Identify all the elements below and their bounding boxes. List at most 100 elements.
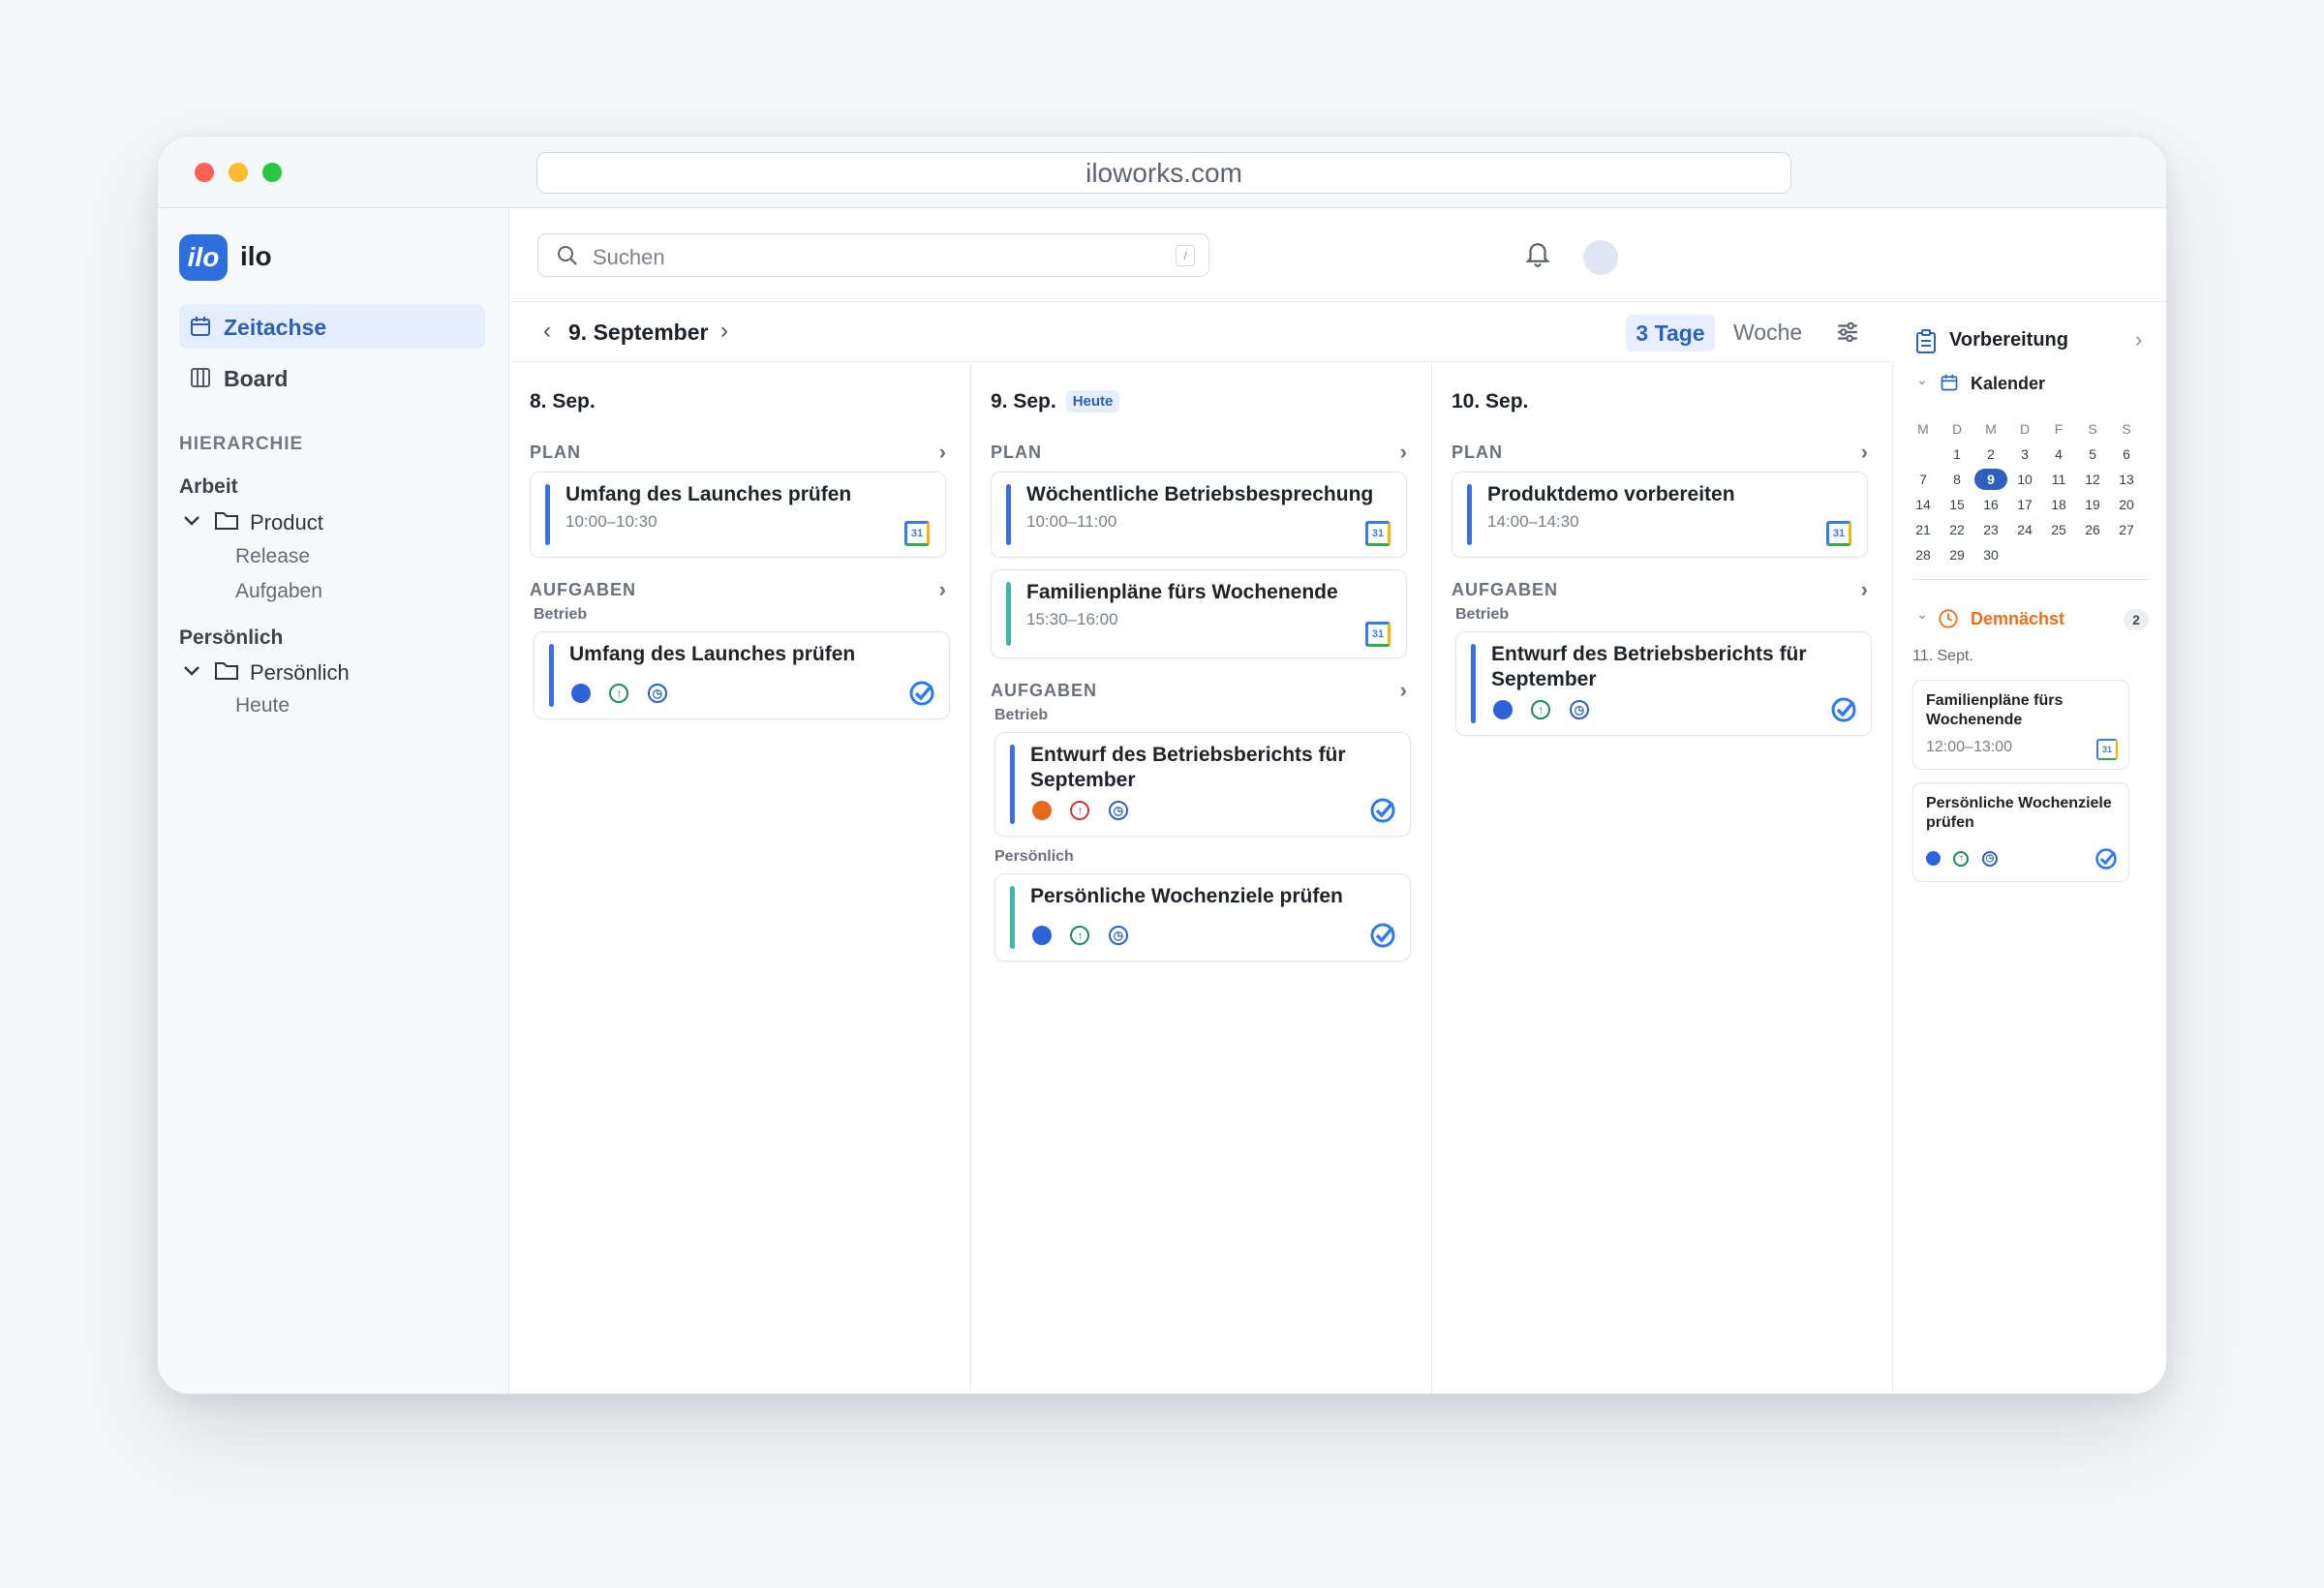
- chevron-down-icon[interactable]: [183, 664, 200, 678]
- complete-check-icon[interactable]: [1830, 696, 1857, 723]
- plan-card[interactable]: Umfang des Launches prüfen 10:00–10:30 3…: [530, 472, 946, 558]
- chevron-right-icon[interactable]: ›: [939, 440, 946, 465]
- calendar-day[interactable]: 27: [2110, 517, 2143, 542]
- task-meta-icons: ↑ ◷: [1032, 801, 1143, 822]
- chevron-down-icon[interactable]: [183, 514, 200, 528]
- card-time: 14:00–14:30: [1487, 512, 1579, 531]
- folder-icon: [215, 662, 238, 680]
- plan-section-header[interactable]: PLAN ›: [991, 440, 1407, 465]
- upcoming-card[interactable]: Persönliche Wochenziele prüfen ↑ ◷: [1912, 782, 2129, 882]
- complete-check-icon[interactable]: [1369, 922, 1396, 949]
- status-dot-icon[interactable]: [1493, 700, 1513, 719]
- tasks-section-header[interactable]: AUFGABEN ›: [530, 577, 946, 602]
- clock-icon[interactable]: ◷: [1981, 850, 1998, 867]
- calendar-day[interactable]: 26: [2076, 517, 2109, 542]
- status-dot-icon[interactable]: [571, 684, 591, 703]
- calendar-day[interactable]: 1: [1941, 442, 1973, 467]
- calendar-day[interactable]: 12: [2076, 467, 2109, 492]
- priority-up-icon[interactable]: ↑: [609, 684, 629, 703]
- nav-item-zeitachse[interactable]: Zeitachse: [179, 304, 485, 349]
- plan-section-header[interactable]: PLAN ›: [1452, 440, 1868, 465]
- clock-icon[interactable]: ◷: [1569, 700, 1589, 719]
- complete-check-icon[interactable]: [908, 680, 935, 707]
- tree-item-heute[interactable]: Heute: [235, 694, 290, 718]
- complete-check-icon[interactable]: [1369, 797, 1396, 824]
- calendar-day[interactable]: 21: [1907, 517, 1940, 542]
- calendar-day[interactable]: 23: [1974, 517, 2007, 542]
- chevron-right-icon[interactable]: ›: [1861, 577, 1868, 602]
- calendar-day[interactable]: 28: [1907, 542, 1940, 567]
- calendar-day[interactable]: 14: [1907, 492, 1940, 517]
- plan-card[interactable]: Familienpläne fürs Wochenende 15:30–16:0…: [991, 569, 1407, 658]
- status-dot-icon[interactable]: [1926, 851, 1941, 867]
- chevron-right-icon[interactable]: ›: [939, 577, 946, 602]
- calendar-day[interactable]: 25: [2042, 517, 2075, 542]
- minimize-window-button[interactable]: [229, 163, 248, 182]
- clock-icon[interactable]: ◷: [1108, 926, 1128, 945]
- chevron-right-icon[interactable]: ›: [1400, 440, 1407, 465]
- task-card[interactable]: Umfang des Launches prüfen ↑ ◷: [534, 631, 950, 719]
- url-bar[interactable]: iloworks.com: [536, 152, 1791, 194]
- calendar-day[interactable]: 19: [2076, 492, 2109, 517]
- plan-card[interactable]: Produktdemo vorbereiten 14:00–14:30 31: [1452, 472, 1868, 558]
- avatar[interactable]: [1583, 240, 1618, 275]
- chevron-right-icon[interactable]: ›: [1861, 440, 1868, 465]
- plan-card[interactable]: Wöchentliche Betriebsbesprechung 10:00–1…: [991, 472, 1407, 558]
- task-card[interactable]: Persönliche Wochenziele prüfen ↑ ◷: [994, 873, 1411, 962]
- search-input[interactable]: Suchen /: [537, 233, 1209, 277]
- clock-icon[interactable]: ◷: [1108, 801, 1128, 820]
- status-dot-icon[interactable]: [1032, 926, 1052, 945]
- calendar-day[interactable]: 6: [2110, 442, 2143, 467]
- chevron-right-icon[interactable]: ›: [1400, 678, 1407, 703]
- calendar-day[interactable]: 29: [1941, 542, 1973, 567]
- calendar-day[interactable]: 2: [1974, 442, 2007, 467]
- priority-up-icon[interactable]: ↑: [1070, 801, 1090, 820]
- view-week-button[interactable]: Woche: [1733, 320, 1802, 346]
- upcoming-card[interactable]: Familienpläne fürs Wochenende 12:00–13:0…: [1912, 680, 2129, 770]
- calendar-day[interactable]: 3: [2008, 442, 2041, 467]
- tasks-section-header[interactable]: AUFGABEN ›: [991, 678, 1407, 703]
- calendar-day[interactable]: 5: [2076, 442, 2109, 467]
- bell-icon[interactable]: [1523, 238, 1552, 267]
- nav-item-board[interactable]: Board: [179, 355, 485, 400]
- calendar-day[interactable]: 20: [2110, 492, 2143, 517]
- plan-section-header[interactable]: PLAN ›: [530, 440, 946, 465]
- tree-item-aufgaben[interactable]: Aufgaben: [235, 580, 322, 603]
- priority-up-icon[interactable]: ↑: [1531, 700, 1551, 719]
- tree-item-release[interactable]: Release: [235, 545, 310, 568]
- close-window-button[interactable]: [195, 163, 214, 182]
- calendar-day[interactable]: 16: [1974, 492, 2007, 517]
- clock-icon[interactable]: ◷: [647, 684, 667, 703]
- filter-settings-icon[interactable]: [1835, 320, 1860, 345]
- tree-folder-product[interactable]: Product: [250, 510, 323, 535]
- calendar-day[interactable]: 22: [1941, 517, 1973, 542]
- task-card[interactable]: Entwurf des Betriebsberichts für Septemb…: [1455, 631, 1872, 736]
- calendar-day[interactable]: 17: [2008, 492, 2041, 517]
- chevron-down-icon[interactable]: ⌄: [1916, 606, 1928, 623]
- chevron-left-icon[interactable]: ‹: [543, 318, 551, 345]
- calendar-day[interactable]: 7: [1907, 467, 1940, 492]
- chevron-down-icon[interactable]: ⌄: [1916, 372, 1928, 388]
- calendar-day[interactable]: 15: [1941, 492, 1973, 517]
- view-3days-button[interactable]: 3 Tage: [1626, 315, 1715, 351]
- status-dot-icon[interactable]: [1032, 801, 1052, 820]
- chevron-right-icon[interactable]: ›: [2135, 327, 2142, 352]
- tree-folder-persoenlich[interactable]: Persönlich: [250, 660, 350, 686]
- calendar-day[interactable]: 10: [2008, 467, 2041, 492]
- priority-up-icon[interactable]: ↑: [1953, 850, 1970, 867]
- complete-check-icon[interactable]: [2095, 847, 2118, 870]
- tasks-section-header[interactable]: AUFGABEN ›: [1452, 577, 1868, 602]
- calendar-day[interactable]: 11: [2042, 467, 2075, 492]
- calendar-day[interactable]: 30: [1974, 542, 2007, 567]
- priority-up-icon[interactable]: ↑: [1070, 926, 1090, 945]
- calendar-day[interactable]: 4: [2042, 442, 2075, 467]
- calendar-day-selected[interactable]: 9: [1974, 469, 2007, 490]
- calendar-day[interactable]: 24: [2008, 517, 2041, 542]
- calendar-day[interactable]: 18: [2042, 492, 2075, 517]
- maximize-window-button[interactable]: [262, 163, 282, 182]
- current-date: 9. September: [568, 320, 709, 345]
- chevron-right-icon[interactable]: ›: [720, 318, 728, 345]
- calendar-day[interactable]: 13: [2110, 467, 2143, 492]
- task-card[interactable]: Entwurf des Betriebsberichts für Septemb…: [994, 732, 1411, 837]
- calendar-day[interactable]: 8: [1941, 467, 1973, 492]
